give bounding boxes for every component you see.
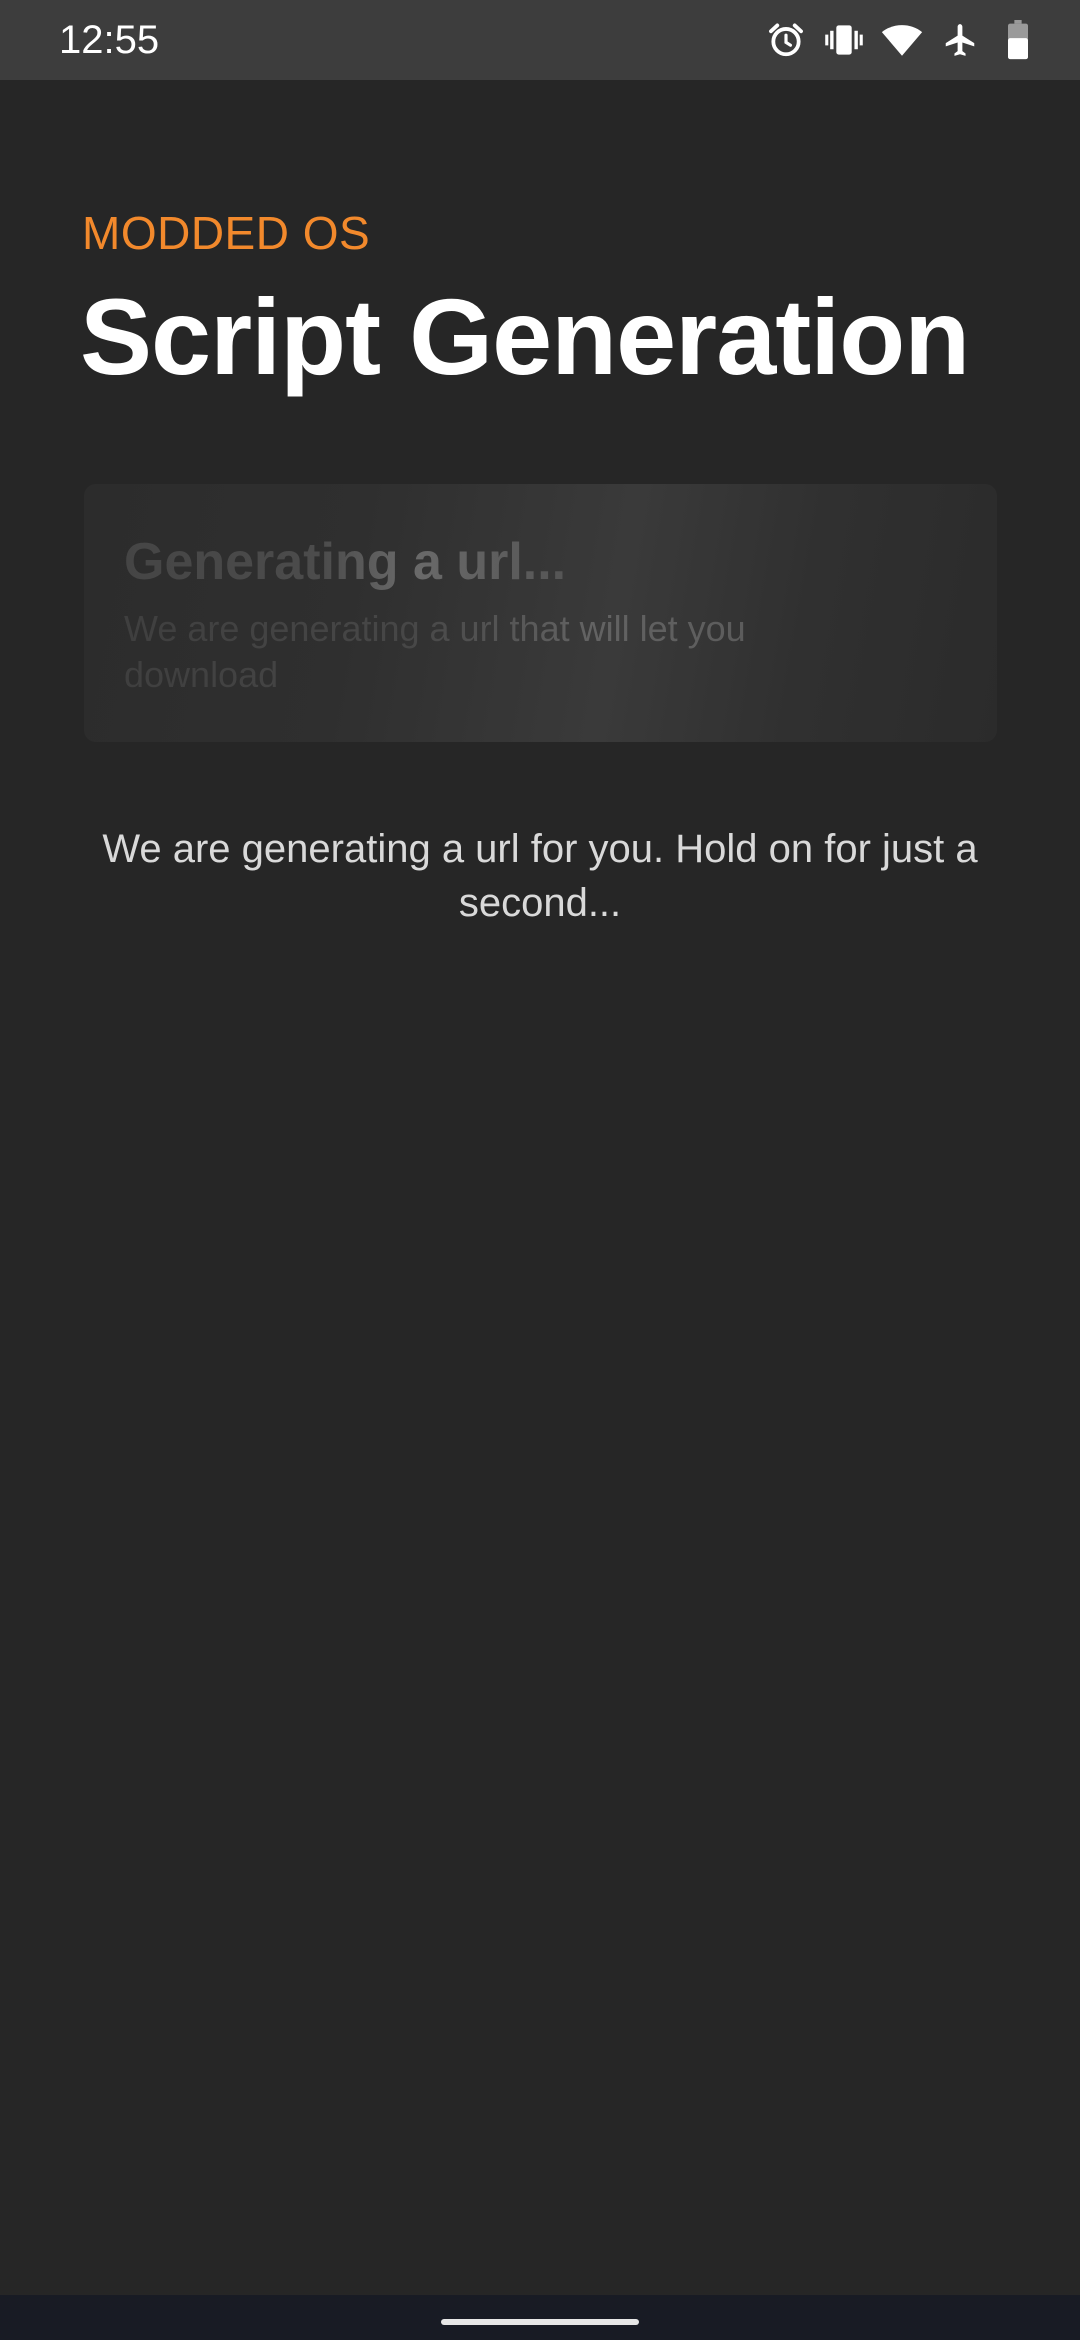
status-icons xyxy=(750,18,1040,62)
card-description: We are generating a url that will let yo… xyxy=(124,606,844,698)
vibrate-icon xyxy=(822,18,866,62)
loading-card: Generating a url... We are generating a … xyxy=(84,484,997,742)
airplane-mode-icon xyxy=(938,18,982,62)
page-title: Script Generation xyxy=(80,276,970,397)
app-eyebrow: MODDED OS xyxy=(82,207,371,259)
screen: 12:55 MODDED OS Script Generation Genera… xyxy=(0,0,1080,2340)
status-time: 12:55 xyxy=(59,18,160,62)
battery-icon xyxy=(996,18,1040,62)
navigation-bar xyxy=(0,2295,1080,2340)
card-title: Generating a url... xyxy=(124,530,566,594)
wifi-icon xyxy=(880,18,924,62)
status-message: We are generating a url for you. Hold on… xyxy=(102,827,978,925)
home-gesture-handle[interactable] xyxy=(441,2319,639,2325)
alarm-icon xyxy=(764,18,808,62)
status-bar: 12:55 xyxy=(0,0,1080,80)
